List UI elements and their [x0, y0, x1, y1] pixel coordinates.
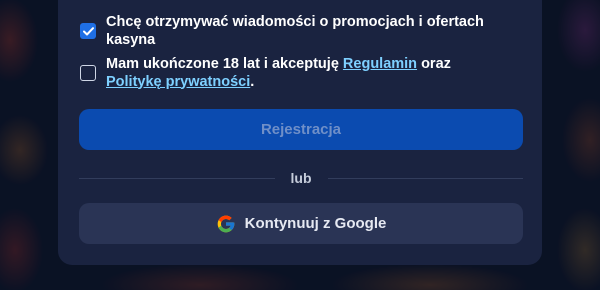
terms-text-after: .: [250, 73, 255, 90]
register-button[interactable]: Rejestracja: [79, 109, 523, 150]
terms-consent-checkbox[interactable]: [80, 65, 96, 81]
google-icon: [217, 215, 235, 232]
terms-consent-row: Mam ukończone 18 lat i akceptuję Regulam…: [80, 56, 500, 91]
or-label: lub: [290, 170, 312, 186]
terms-consent-label: Mam ukończone 18 lat i akceptuję Regulam…: [106, 56, 500, 91]
divider-line-right: [327, 177, 523, 179]
marketing-consent-label: Chcę otrzymywać wiadomości o promocjach …: [106, 14, 484, 48]
terms-link[interactable]: Regulamin: [343, 56, 417, 72]
marketing-consent-checkbox[interactable]: [80, 23, 96, 39]
google-login-button[interactable]: Kontynuuj z Google: [79, 203, 523, 244]
checkmark-icon: [82, 26, 94, 35]
terms-text-middle: oraz: [417, 56, 451, 72]
google-login-label: Kontynuuj z Google: [244, 215, 387, 232]
privacy-policy-link[interactable]: Politykę prywatności: [106, 74, 250, 90]
terms-text-before: Mam ukończone 18 lat i akceptuję: [106, 56, 343, 72]
or-divider: lub: [79, 168, 523, 188]
marketing-consent-row: Chcę otrzymywać wiadomości o promocjach …: [80, 14, 500, 49]
divider-line-left: [79, 177, 275, 179]
